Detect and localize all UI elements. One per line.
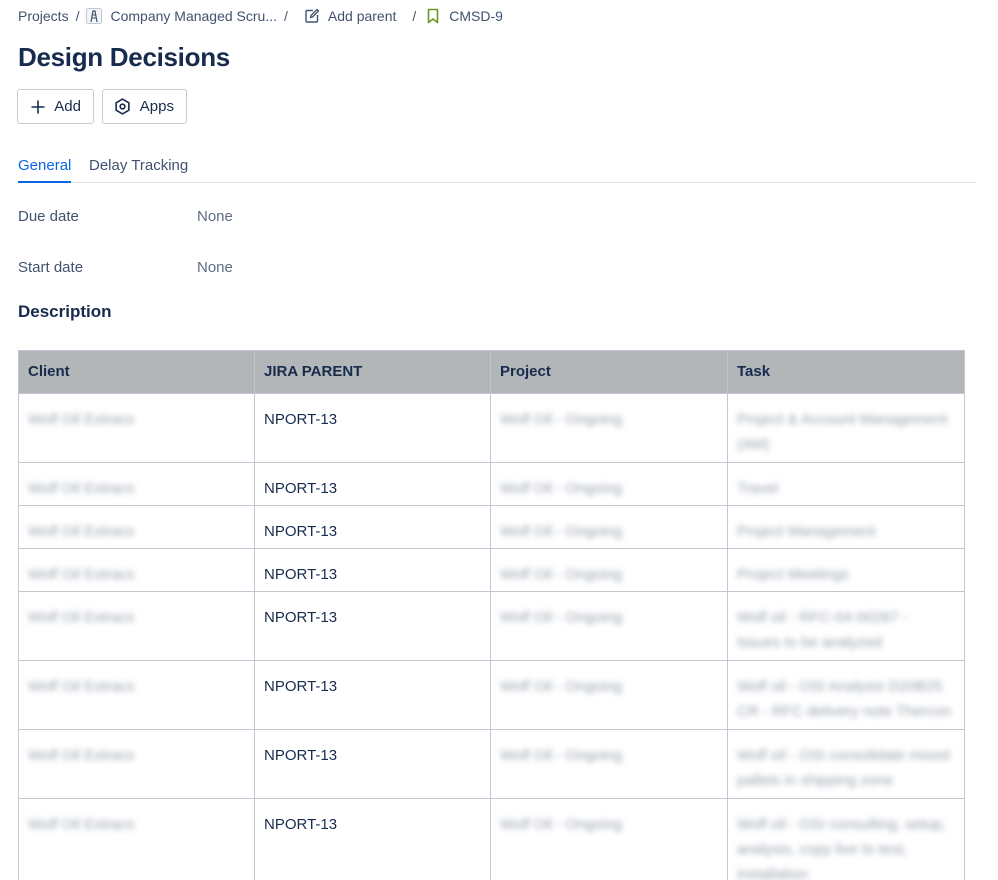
due-date-value[interactable]: None <box>197 208 233 225</box>
tab-general[interactable]: General <box>18 157 72 183</box>
cell-client: Wolf Oil Extracs <box>18 660 255 730</box>
cell-client: Wolf Oil Extracs <box>18 462 255 506</box>
table-row: Wolf Oil Extracs NPORT-13 Wolf Oil - Ong… <box>18 548 965 592</box>
cell-task: Project & Account Management (AM) <box>727 393 965 463</box>
cell-jira-parent: NPORT-13 <box>254 505 491 549</box>
add-parent-label: Add parent <box>327 8 397 24</box>
add-button-label: Add <box>54 98 81 115</box>
cell-task: Project Management <box>727 505 965 549</box>
table-row: Wolf Oil Extracs NPORT-13 Wolf Oil - Ong… <box>18 591 965 661</box>
cell-jira-parent: NPORT-13 <box>254 462 491 506</box>
cell-project: Wolf Oil - Ongoing <box>490 729 728 799</box>
cell-jira-parent: NPORT-13 <box>254 548 491 592</box>
cell-project: Wolf Oil - Ongoing <box>490 462 728 506</box>
breadcrumb-project-label: Company Managed Scru... <box>110 8 277 24</box>
table-header-row: Client JIRA PARENT Project Task <box>18 350 965 394</box>
cell-client: Wolf Oil Extracs <box>18 729 255 799</box>
tab-bar: General Delay Tracking <box>18 155 976 183</box>
cell-client: Wolf Oil Extracs <box>18 798 255 880</box>
start-date-value[interactable]: None <box>197 259 233 276</box>
apps-button-label: Apps <box>139 98 174 115</box>
cell-client: Wolf Oil Extracs <box>18 591 255 661</box>
table-row: Wolf Oil Extracs NPORT-13 Wolf Oil - Ong… <box>18 505 965 549</box>
cell-project: Wolf Oil - Ongoing <box>490 660 728 730</box>
description-table[interactable]: Client JIRA PARENT Project Task Wolf Oil… <box>18 350 965 880</box>
cell-task: Wolf oil - RFC-04-00287 - Issues to be a… <box>727 591 965 661</box>
cell-client: Wolf Oil Extracs <box>18 505 255 549</box>
cell-task: Wolf oil - OSI Analysis D20B25 CR - RFC … <box>727 660 965 730</box>
breadcrumb-separator: / <box>284 8 288 24</box>
tab-delay-tracking[interactable]: Delay Tracking <box>89 157 188 174</box>
table-row: Wolf Oil Extracs NPORT-13 Wolf Oil - Ong… <box>18 660 965 730</box>
cell-client: Wolf Oil Extracs <box>18 548 255 592</box>
breadcrumb: Projects / Company Managed Scru... / Add… <box>18 7 503 25</box>
table-row: Wolf Oil Extracs NPORT-13 Wolf Oil - Ong… <box>18 798 965 880</box>
column-header-task: Task <box>727 350 965 394</box>
start-date-label: Start date <box>18 259 84 276</box>
description-heading: Description <box>18 302 112 321</box>
cell-project: Wolf Oil - Ongoing <box>490 548 728 592</box>
add-parent-button[interactable]: Add parent <box>304 8 397 24</box>
table-row: Wolf Oil Extracs NPORT-13 Wolf Oil - Ong… <box>18 729 965 799</box>
column-header-project: Project <box>490 350 728 394</box>
breadcrumb-issue[interactable]: CMSD-9 <box>425 8 503 24</box>
cell-project: Wolf Oil - Ongoing <box>490 798 728 880</box>
breadcrumb-issue-key: CMSD-9 <box>449 8 503 24</box>
due-date-label: Due date <box>18 208 79 225</box>
cell-client: Wolf Oil Extracs <box>18 393 255 463</box>
table-row: Wolf Oil Extracs NPORT-13 Wolf Oil - Ong… <box>18 393 965 463</box>
breadcrumb-separator: / <box>75 8 80 24</box>
breadcrumb-project[interactable]: Company Managed Scru... <box>86 8 277 24</box>
column-header-client: Client <box>18 350 255 394</box>
cell-task: Travel <box>727 462 965 506</box>
cell-project: Wolf Oil - Ongoing <box>490 591 728 661</box>
cell-project: Wolf Oil - Ongoing <box>490 505 728 549</box>
bookmark-icon <box>425 8 441 24</box>
cell-jira-parent: NPORT-13 <box>254 729 491 799</box>
add-button[interactable]: Add <box>17 89 94 124</box>
cell-jira-parent: NPORT-13 <box>254 591 491 661</box>
pencil-edit-icon <box>304 8 320 24</box>
cell-jira-parent: NPORT-13 <box>254 798 491 880</box>
plus-icon <box>29 98 46 116</box>
cell-jira-parent: NPORT-13 <box>254 660 491 730</box>
breadcrumb-separator: / <box>412 8 417 24</box>
hexagon-apps-icon <box>114 98 132 116</box>
column-header-jira-parent: JIRA PARENT <box>254 350 491 394</box>
table-row: Wolf Oil Extracs NPORT-13 Wolf Oil - Ong… <box>18 462 965 506</box>
project-avatar-icon <box>86 8 103 24</box>
apps-button[interactable]: Apps <box>102 89 187 124</box>
breadcrumb-projects[interactable]: Projects <box>18 8 69 24</box>
cell-task: Wolf oil - OSI consolidate mixed pallets… <box>727 729 965 799</box>
cell-jira-parent: NPORT-13 <box>254 393 491 463</box>
cell-task: Wolf oil - OSI consulting, setup, analys… <box>727 798 965 880</box>
page-title[interactable]: Design Decisions <box>18 42 230 73</box>
cell-project: Wolf Oil - Ongoing <box>490 393 728 463</box>
cell-task: Project Meetings <box>727 548 965 592</box>
